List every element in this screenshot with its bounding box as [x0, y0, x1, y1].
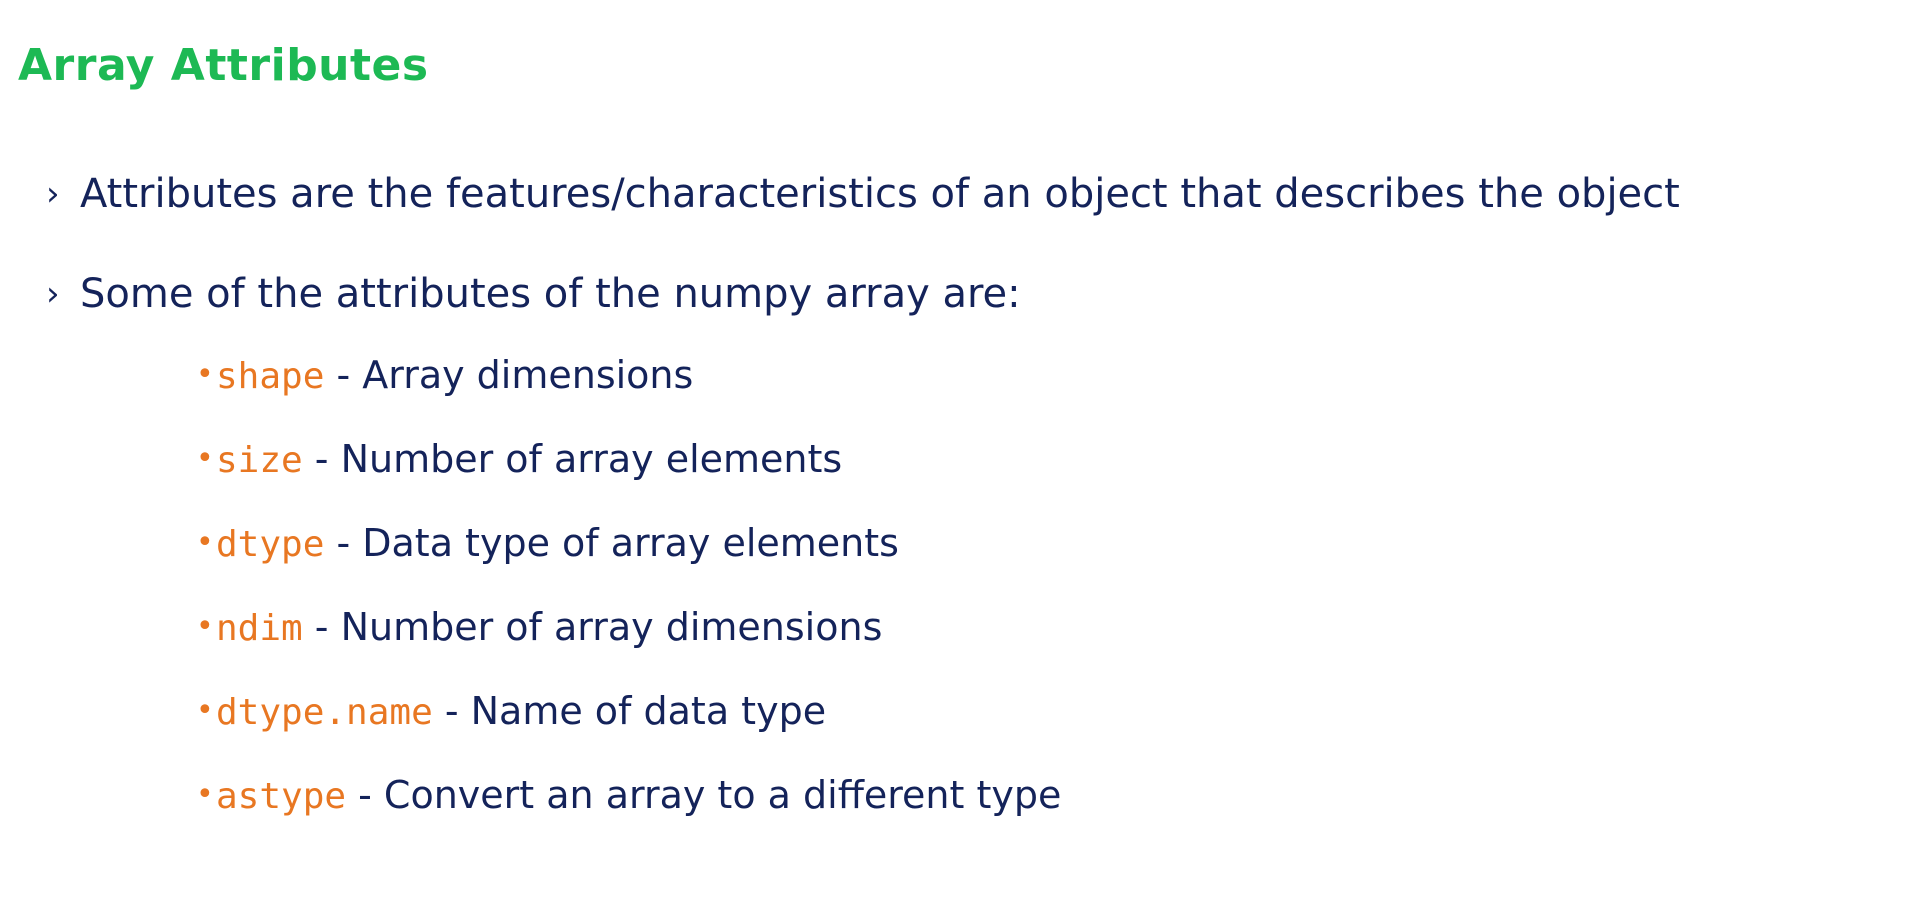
chevron-right-icon: ›	[46, 174, 60, 214]
slide: Array Attributes › Attributes are the fe…	[0, 0, 1920, 900]
bullet-dot-icon: •	[196, 693, 214, 728]
attribute-item: • size - Number of array elements	[80, 418, 1800, 502]
bullet-item: › Some of the attributes of the numpy ar…	[18, 254, 1800, 838]
attribute-description: - Array dimensions	[324, 353, 694, 397]
bullet-item: › Attributes are the features/characteri…	[18, 154, 1800, 234]
bullet-dot-icon: •	[196, 609, 214, 644]
attribute-name: size	[216, 440, 303, 481]
attribute-name: dtype.name	[216, 692, 433, 733]
attribute-name: astype	[216, 776, 347, 817]
attribute-item: • dtype.name - Name of data type	[80, 670, 1800, 754]
attribute-item: • astype - Convert an array to a differe…	[80, 754, 1800, 838]
bullet-dot-icon: •	[196, 777, 214, 812]
attribute-name: ndim	[216, 608, 303, 649]
bullet-dot-icon: •	[196, 441, 214, 476]
slide-title: Array Attributes	[18, 40, 429, 91]
bullet-text: Some of the attributes of the numpy arra…	[80, 271, 1021, 317]
bullet-dot-icon: •	[196, 525, 214, 560]
attribute-description: - Number of array elements	[302, 437, 843, 481]
attribute-description: - Convert an array to a different type	[346, 773, 1062, 817]
attribute-name: shape	[216, 356, 325, 397]
attribute-description: - Data type of array elements	[324, 521, 899, 565]
attribute-item: • shape - Array dimensions	[80, 334, 1800, 418]
bullet-list: › Attributes are the features/characteri…	[18, 154, 1902, 838]
attribute-description: - Name of data type	[432, 689, 827, 733]
bullet-dot-icon: •	[196, 357, 214, 392]
bullet-text: Attributes are the features/characterist…	[80, 171, 1680, 217]
attribute-description: - Number of array dimensions	[302, 605, 883, 649]
attribute-name: dtype	[216, 524, 325, 565]
chevron-right-icon: ›	[46, 274, 60, 314]
attribute-item: • dtype - Data type of array elements	[80, 502, 1800, 586]
attribute-list: • shape - Array dimensions • size - Numb…	[80, 334, 1800, 838]
attribute-item: • ndim - Number of array dimensions	[80, 586, 1800, 670]
